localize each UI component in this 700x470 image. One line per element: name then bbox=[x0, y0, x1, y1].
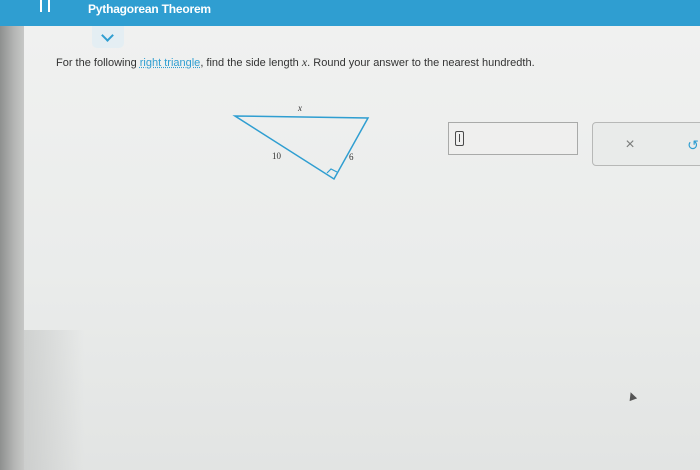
undo-button[interactable]: ↺ bbox=[681, 133, 700, 157]
topic-title: Pythagorean Theorem bbox=[88, 2, 211, 16]
menu-icon[interactable] bbox=[40, 0, 50, 12]
question-middle: , find the side length bbox=[200, 57, 302, 69]
text-cursor-icon bbox=[455, 131, 464, 146]
right-triangle-figure: x 10 6 bbox=[232, 103, 370, 181]
clear-button[interactable]: × bbox=[618, 133, 642, 157]
answer-actions: × ↺ bbox=[592, 122, 700, 166]
panel-shadow bbox=[24, 330, 84, 470]
question-prefix: For the following bbox=[56, 57, 140, 69]
right-triangle-link[interactable]: right triangle bbox=[140, 57, 201, 69]
question-panel bbox=[24, 26, 700, 470]
collapse-toggle-button[interactable] bbox=[92, 26, 124, 48]
answer-input[interactable] bbox=[448, 122, 578, 155]
triangle-shape bbox=[232, 115, 370, 181]
label-side-ten: 10 bbox=[272, 151, 282, 161]
app-header: Pythagorean Theorem bbox=[0, 0, 700, 26]
chevron-down-icon bbox=[101, 29, 114, 42]
label-side-six: 6 bbox=[349, 152, 354, 162]
question-suffix: . Round your answer to the nearest hundr… bbox=[307, 57, 535, 69]
left-sidebar-edge bbox=[0, 26, 24, 470]
question-text: For the following right triangle, find t… bbox=[56, 55, 535, 70]
label-hypotenuse: x bbox=[297, 103, 302, 113]
right-angle-marker bbox=[326, 168, 338, 174]
